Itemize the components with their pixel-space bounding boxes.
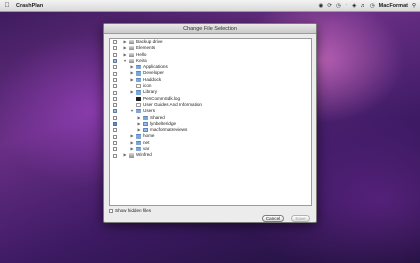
tree-row-checkbox[interactable] [113, 65, 117, 70]
tree-row-checkbox[interactable] [113, 115, 117, 120]
cancel-button[interactable]: Cancel [262, 215, 284, 222]
folder-icon [136, 90, 141, 95]
file-icon [136, 84, 141, 89]
crashplan-icon[interactable]: ◉ [319, 3, 324, 9]
tree-row-checkbox[interactable] [113, 46, 117, 51]
time-machine-icon[interactable]: ◷ [336, 3, 341, 9]
term-icon [136, 96, 141, 101]
tree-row-label: Winfred [136, 152, 152, 158]
tree-row-checkbox[interactable] [113, 103, 117, 108]
sync-icon[interactable]: ⟳ [327, 3, 332, 9]
tree-row-checkbox[interactable] [113, 84, 117, 89]
bluetooth-icon[interactable]: ᛫ [345, 3, 348, 9]
tree-row-checkbox[interactable] [113, 90, 117, 95]
tree-row-checkbox[interactable] [113, 52, 117, 57]
tree-row-checkbox[interactable] [113, 71, 117, 76]
file-tree[interactable]: ▶ Backup drive ▶ Elements ▶ Hello ▼ Keira ▶ Appli… [109, 38, 312, 206]
tree-row-checkbox[interactable] [113, 77, 117, 82]
volume-icon[interactable]: ♬ [360, 3, 366, 9]
folder-icon [136, 65, 141, 70]
drive-icon [129, 40, 134, 45]
tree-row-checkbox[interactable] [113, 59, 117, 64]
app-menu[interactable]: CrashPlan [16, 3, 43, 9]
apple-menu-icon[interactable]:  [0, 2, 14, 9]
user-name[interactable]: MacFormat [379, 3, 408, 9]
home-icon [143, 121, 148, 127]
tree-row-checkbox[interactable] [113, 140, 117, 145]
tree-row-checkbox[interactable] [113, 40, 117, 45]
folder-icon [136, 77, 141, 82]
clock-icon[interactable]: ◷ [370, 3, 375, 9]
folder-icon [136, 147, 141, 152]
menu-bar-status-area: ◉ ⟳ ◷ ᛫ ◈ ♬ ◷ MacFormat ⚲ [319, 3, 420, 9]
tree-row-checkbox[interactable] [113, 109, 117, 114]
show-hidden-files-label: Show hidden files [115, 208, 152, 213]
folder-icon [136, 140, 141, 145]
change-file-selection-dialog: Change File Selection ▶ Backup drive ▶ Elem… [103, 23, 317, 223]
tree-row-checkbox[interactable] [113, 128, 117, 133]
show-hidden-files-checkbox[interactable] [109, 209, 113, 213]
file-icon [136, 102, 141, 108]
folder-icon [143, 115, 148, 120]
tree-row-checkbox[interactable] [113, 134, 117, 139]
menu-bar:  CrashPlan ◉ ⟳ ◷ ᛫ ◈ ♬ ◷ MacFormat ⚲ [0, 0, 420, 12]
folder-icon [136, 134, 141, 139]
disclosure-collapsed-icon[interactable]: ▶ [123, 152, 127, 158]
tree-row-checkbox[interactable] [113, 96, 117, 101]
drive-icon [129, 153, 134, 158]
tree-row-checkbox[interactable] [113, 147, 117, 152]
tree-row-checkbox[interactable] [113, 153, 117, 158]
drive-icon [129, 58, 134, 64]
home-icon [143, 128, 148, 133]
folder-icon [136, 71, 141, 76]
drive-icon [129, 52, 134, 57]
drive-icon [129, 46, 134, 51]
tree-row-checkbox[interactable] [113, 122, 117, 127]
save-button[interactable]: Save [291, 215, 310, 222]
folder-icon [136, 109, 141, 114]
wifi-icon[interactable]: ◈ [352, 3, 356, 9]
tree-row[interactable]: ▶ Winfred [110, 152, 311, 158]
dialog-title: Change File Selection [104, 24, 316, 34]
spotlight-icon[interactable]: ⚲ [412, 3, 416, 9]
